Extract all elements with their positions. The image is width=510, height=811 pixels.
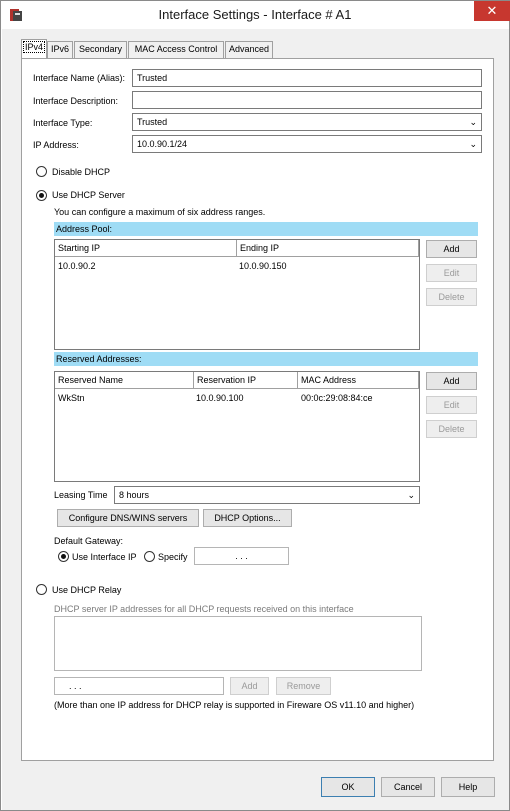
use-dhcp-server-radio[interactable] [36,190,47,201]
column-header-ending-ip[interactable]: Ending IP [237,240,419,257]
address-pool-edit-button[interactable]: Edit [426,264,477,282]
reserved-delete-button[interactable]: Delete [426,420,477,438]
tab-ipv4[interactable]: IPv4 [21,39,47,59]
use-dhcp-relay-radio[interactable] [36,584,47,595]
configure-dns-wins-button[interactable]: Configure DNS/WINS servers [57,509,199,527]
interface-description-field[interactable] [132,91,482,109]
interface-name-field[interactable]: Trusted [132,69,482,87]
help-button[interactable]: Help [441,777,495,797]
table-cell[interactable]: WkStn [58,393,85,403]
leasing-time-select[interactable]: 8 hours ⌄ [114,486,420,504]
chevron-down-icon: ⌄ [469,117,477,127]
window-title: Interface Settings - Interface # A1 [158,7,352,22]
relay-server-list[interactable] [54,616,422,671]
reserved-add-button[interactable]: Add [426,372,477,390]
tab-advanced[interactable]: Advanced [225,41,273,58]
dhcp-options-button[interactable]: DHCP Options... [203,509,292,527]
reserved-addresses-table: Reserved Name Reservation IP MAC Address… [54,371,420,482]
title-bar: Interface Settings - Interface # A1 ✕ [1,1,510,29]
relay-add-button[interactable]: Add [230,677,269,695]
dialog-window: Interface Settings - Interface # A1 ✕ IP… [0,0,510,811]
column-header-starting-ip[interactable]: Starting IP [55,240,237,257]
close-button[interactable]: ✕ [474,1,510,21]
use-interface-ip-label: Use Interface IP [72,552,137,562]
dhcp-server-note: You can configure a maximum of six addre… [54,207,266,217]
tab-mac-access-control[interactable]: MAC Access Control [128,41,224,58]
use-dhcp-server-label: Use DHCP Server [52,190,125,200]
interface-name-label: Interface Name (Alias): [33,73,126,83]
column-header-reserved-name[interactable]: Reserved Name [55,372,194,389]
address-pool-delete-button[interactable]: Delete [426,288,477,306]
relay-version-note: (More than one IP address for DHCP relay… [54,700,415,710]
tab-secondary[interactable]: Secondary [74,41,127,58]
relay-description: DHCP server IP addresses for all DHCP re… [54,604,354,614]
specify-gateway-label: Specify [158,552,188,562]
disable-dhcp-radio[interactable] [36,166,47,177]
tab-ipv6[interactable]: IPv6 [47,41,73,58]
column-header-reservation-ip[interactable]: Reservation IP [194,372,298,389]
table-cell[interactable]: 10.0.90.100 [196,393,244,403]
leasing-time-label: Leasing Time [54,490,108,500]
gateway-ip-field[interactable]: . . . [194,547,289,565]
interface-type-label: Interface Type: [33,118,93,128]
interface-description-label: Interface Description: [33,96,119,106]
use-dhcp-relay-label: Use DHCP Relay [52,585,122,595]
ok-button[interactable]: OK [321,777,375,797]
interface-type-select[interactable]: Trusted ⌄ [132,113,482,131]
ip-address-select[interactable]: 10.0.90.1/24 ⌄ [132,135,482,153]
table-cell[interactable]: 00:0c:29:08:84:ce [301,393,373,403]
table-cell[interactable]: 10.0.90.150 [239,261,287,271]
cancel-button[interactable]: Cancel [381,777,435,797]
chevron-down-icon: ⌄ [407,490,415,500]
reserved-addresses-header: Reserved Addresses: [54,352,478,366]
specify-gateway-radio[interactable] [144,551,155,562]
address-pool-add-button[interactable]: Add [426,240,477,258]
use-interface-ip-radio[interactable] [58,551,69,562]
relay-ip-field[interactable]: . . . [54,677,224,695]
ip-address-label: IP Address: [33,140,79,150]
disable-dhcp-label: Disable DHCP [52,167,111,177]
reserved-edit-button[interactable]: Edit [426,396,477,414]
address-pool-table: Starting IP Ending IP 10.0.90.2 10.0.90.… [54,239,420,350]
table-cell[interactable]: 10.0.90.2 [58,261,96,271]
column-header-mac-address[interactable]: MAC Address [298,372,419,389]
relay-remove-button[interactable]: Remove [276,677,331,695]
close-icon: ✕ [486,3,498,18]
address-pool-header: Address Pool: [54,222,478,236]
chevron-down-icon: ⌄ [469,139,477,149]
default-gateway-label: Default Gateway: [54,536,124,546]
